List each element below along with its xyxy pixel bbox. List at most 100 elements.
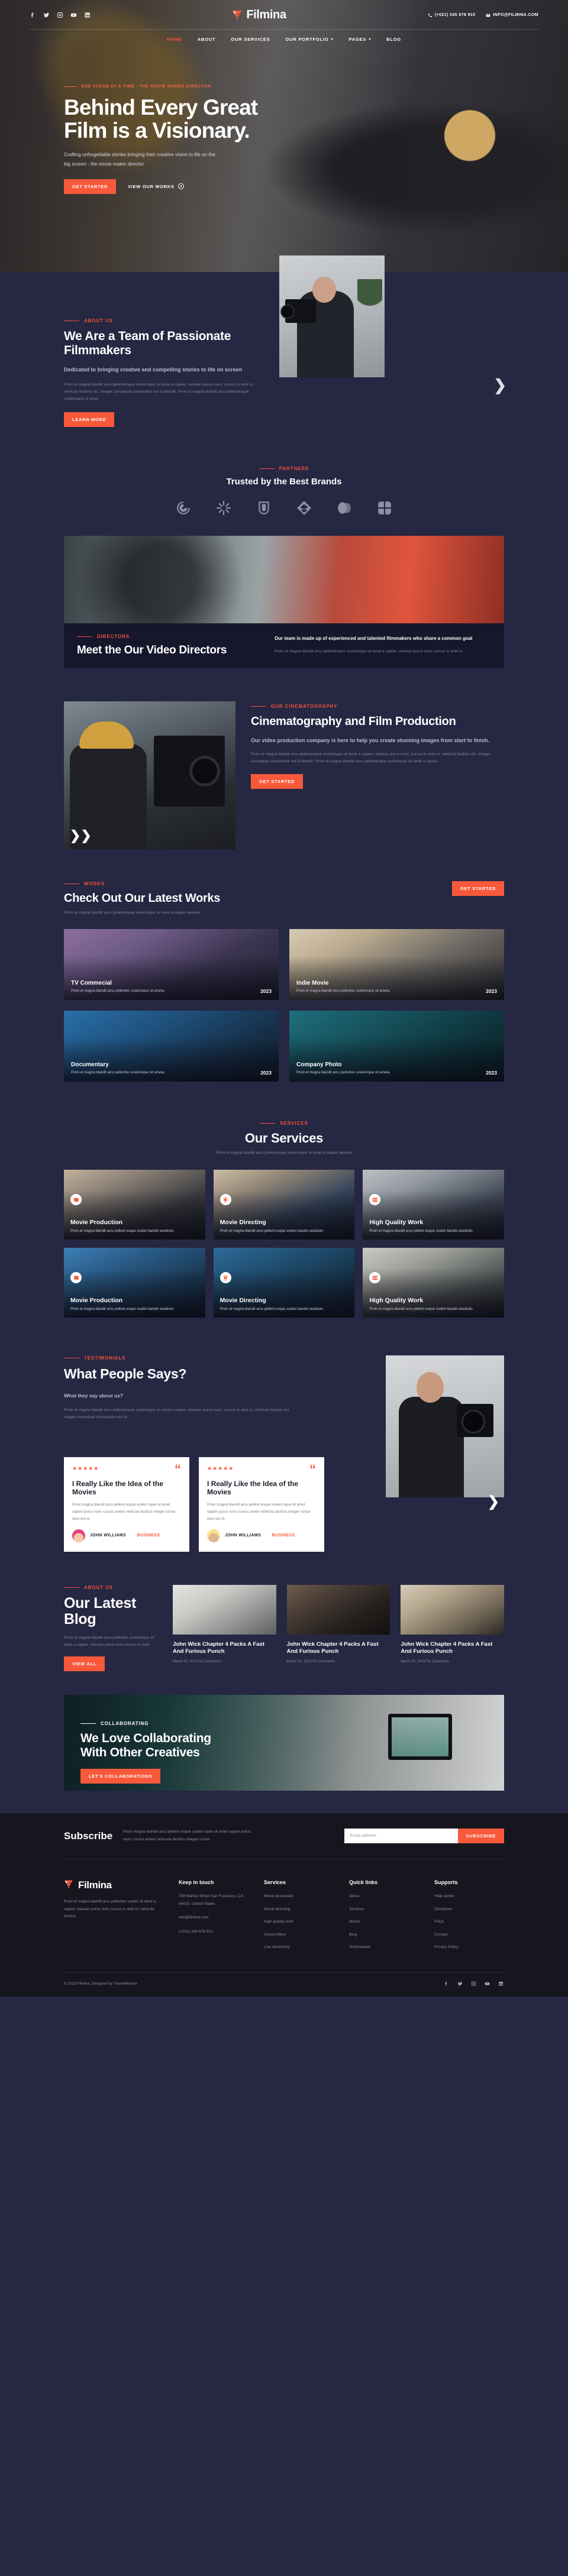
footer-column-services: Services Movie production Movie directin… <box>264 1879 334 1957</box>
blog-post-card[interactable]: John Wick Chapter 4 Packs A Fast And Fur… <box>173 1584 276 1671</box>
service-card[interactable]: Movie Production Proin et magna blandit … <box>64 1170 205 1240</box>
footer-link[interactable]: High quality work <box>264 1918 334 1926</box>
footer-link[interactable]: Contact <box>434 1931 504 1939</box>
service-card[interactable]: Movie Directing Proin et magna blandit a… <box>213 1248 355 1318</box>
nav-item-about[interactable]: ABOUT <box>198 37 216 42</box>
services-grid: Movie Production Proin et magna blandit … <box>64 1170 504 1318</box>
footer-column-quick-links: Quick links About Services Works Blog Te… <box>349 1879 419 1957</box>
footer-link[interactable]: Services <box>349 1906 419 1914</box>
twitter-icon[interactable] <box>43 12 50 18</box>
service-title: Movie Production <box>70 1218 123 1226</box>
testimonials-eyebrow: TESTIMONIALS <box>64 1355 301 1361</box>
cinematography-lead: Our video production company is here to … <box>251 737 490 744</box>
linkedin-icon[interactable] <box>498 1980 504 1987</box>
footer-link[interactable]: Live streaming <box>264 1944 334 1952</box>
footer-link[interactable]: Movie directing <box>264 1906 334 1914</box>
twitter-icon[interactable] <box>457 1980 463 1987</box>
services-eyebrow: SERVICES <box>64 1121 504 1126</box>
subscribe-title: Subscribe <box>64 1830 113 1842</box>
footer-link[interactable]: FAQs <box>434 1918 504 1926</box>
about-photo <box>279 255 385 377</box>
cinematography-get-started-button[interactable]: GET STARTED <box>251 774 304 789</box>
nav-item-our-portfolio[interactable]: OUR PORTFOLIO <box>286 37 334 42</box>
footer-social-links <box>443 1980 504 1987</box>
eyebrow-dash <box>260 1122 276 1124</box>
service-card[interactable]: High Quality Work Proin et magna blandit… <box>363 1248 504 1318</box>
facebook-icon[interactable] <box>443 1980 450 1987</box>
partners-title: Trusted by the Best Brands <box>226 477 342 487</box>
work-title: TV Commecial <box>71 979 112 986</box>
site-footer: Filmina Proin et magna blandit arcu pell… <box>0 1859 568 1996</box>
testimonial-role: BUSINESS <box>137 1533 160 1538</box>
footer-logo[interactable]: Filmina <box>64 1879 163 1891</box>
blog-post-meta: March 31, 2023 No Comments <box>401 1660 450 1664</box>
footer-link[interactable]: Privacy Policy <box>434 1944 504 1952</box>
footer-link[interactable]: Testimonials <box>349 1944 419 1952</box>
site-logo[interactable]: Filmina <box>232 8 286 22</box>
directors-title: Meet the Our Video Directors <box>77 643 227 656</box>
carousel-next-arrow[interactable]: ❯❯ <box>70 828 92 843</box>
blog-thumbnail <box>286 1584 390 1635</box>
footer-column-keep-in-touch: Keep in touch 768 Market Street San Fran… <box>179 1879 248 1957</box>
email-input[interactable] <box>344 1829 458 1844</box>
works-eyebrow: WORKS <box>64 881 220 886</box>
subscribe-button[interactable]: SUBSCRIBE <box>457 1829 504 1844</box>
collaborate-title-line1: We Love Collaborating <box>80 1732 211 1746</box>
directors-eyebrow-text: DIRECTORS <box>97 633 130 639</box>
service-card[interactable]: High Quality Work Proin et magna blandit… <box>363 1170 504 1240</box>
testimonial-author: JOHN WILLIAMS <box>90 1533 127 1538</box>
blog-post-card[interactable]: John Wick Chapter 4 Packs A Fast And Fur… <box>401 1584 504 1671</box>
linkedin-icon[interactable] <box>84 12 91 18</box>
service-card[interactable]: Movie Production Proin et magna blandit … <box>64 1248 205 1318</box>
about-lead: Dedicated to bringing creative and compe… <box>64 367 243 373</box>
get-started-button[interactable]: GET STARTED <box>64 179 117 194</box>
footer-email[interactable]: info@filmina.com <box>179 1914 248 1922</box>
avatar <box>72 1529 85 1542</box>
main-navigation: HOME ABOUT OUR SERVICES OUR PORTFOLIO PA… <box>0 30 568 42</box>
footer-link[interactable]: Blog <box>349 1931 419 1939</box>
nav-item-blog[interactable]: BLOG <box>386 37 401 42</box>
blog-eyebrow: ABOUT US <box>64 1585 159 1590</box>
instagram-icon[interactable] <box>57 12 63 18</box>
facebook-icon[interactable] <box>30 12 36 18</box>
plant-decor <box>357 279 382 332</box>
work-card[interactable]: Indie Movie Proin et magna blandit arcu … <box>289 928 504 1000</box>
footer-link[interactable]: Movie production <box>264 1893 334 1901</box>
collaborate-content: COLLABORATING We Love Collaborating With… <box>80 1721 211 1784</box>
filmina-logo-icon <box>64 1879 75 1891</box>
footer-link[interactable]: Help center <box>434 1893 504 1901</box>
learn-more-button[interactable]: LEARN MORE <box>64 412 115 428</box>
service-card[interactable]: Movie Directing Proin et magna blandit a… <box>213 1170 355 1240</box>
footer-link[interactable]: Disclaimer <box>434 1906 504 1914</box>
work-card[interactable]: Documentary Proin et magna blandit arcu … <box>64 1010 279 1082</box>
services-eyebrow-text: SERVICES <box>280 1120 308 1126</box>
instagram-icon[interactable] <box>470 1980 477 1987</box>
carousel-prev-arrow[interactable]: ❯ <box>493 377 506 393</box>
nav-item-home[interactable]: HOME <box>167 37 182 42</box>
work-card[interactable]: Company Photo Proin et magna blandit arc… <box>289 1010 504 1082</box>
footer-phone[interactable]: (+021) 345 678 910 <box>179 1928 248 1936</box>
blog-post-card[interactable]: John Wick Chapter 4 Packs A Fast And Fur… <box>286 1584 390 1671</box>
youtube-icon[interactable] <box>70 12 77 18</box>
footer-link[interactable]: Works <box>349 1918 419 1926</box>
service-desc: Proin et magna blandit arcu pellent esqu… <box>369 1307 474 1311</box>
nav-item-pages[interactable]: PAGES <box>348 37 372 42</box>
youtube-icon[interactable] <box>484 1980 490 1987</box>
work-card[interactable]: TV Commecial Proin et magna blandit arcu… <box>64 928 279 1000</box>
yellow-cap <box>79 721 134 749</box>
testimonial-cards: ★★★★★ “ I Really Like the Idea of the Mo… <box>64 1457 504 1552</box>
works-get-started-button[interactable]: GET STARTED <box>451 881 504 896</box>
footer-link[interactable]: Sound effect <box>264 1931 334 1939</box>
lets-collaborations-button[interactable]: LET'S COLLABORATIONS <box>80 1768 161 1784</box>
email-contact[interactable]: INFO@FILMINA.COM <box>486 13 538 18</box>
phone-contact[interactable]: (+021) 345 678 910 <box>428 13 476 18</box>
hero-subtitle: Crafting unforgettable stories bringing … <box>64 152 215 167</box>
work-year: 2023 <box>260 1069 272 1076</box>
blog-post-title: John Wick Chapter 4 Packs A Fast And Fur… <box>401 1640 493 1655</box>
works-eyebrow-text: WORKS <box>84 881 105 886</box>
view-our-works-link[interactable]: VIEW OUR WORKS <box>128 183 184 190</box>
footer-link[interactable]: About <box>349 1893 419 1901</box>
testimonial-title: I Really Like the Idea of the Movies <box>72 1479 164 1496</box>
nav-item-our-services[interactable]: OUR SERVICES <box>231 37 270 42</box>
view-all-button[interactable]: VIEW ALL <box>64 1656 105 1672</box>
